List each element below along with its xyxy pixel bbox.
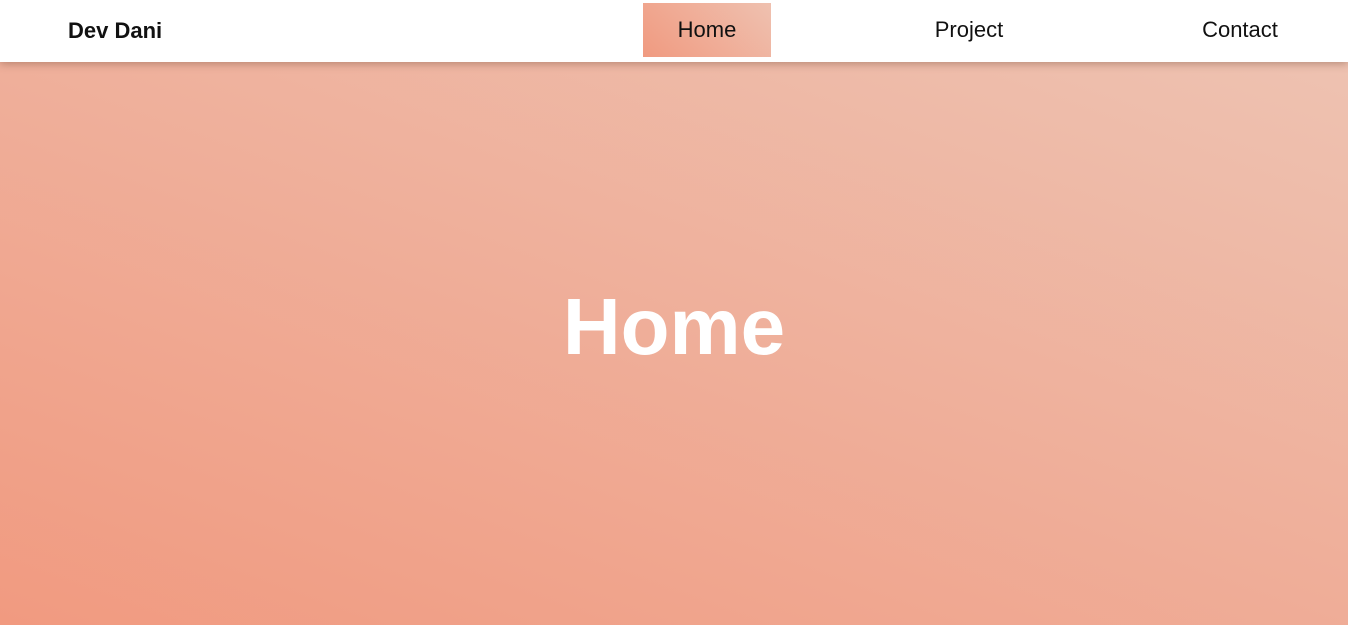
hero-title: Home: [562, 282, 786, 371]
top-navbar: Dev Dani Home Project Contact: [0, 0, 1348, 62]
nav-item-contact[interactable]: Contact: [1180, 3, 1300, 57]
nav-item-project[interactable]: Project: [900, 3, 1038, 57]
nav-item-home[interactable]: Home: [643, 3, 771, 57]
brand-logo-text[interactable]: Dev Dani: [68, 0, 162, 62]
hero-section: Home: [0, 62, 1348, 625]
